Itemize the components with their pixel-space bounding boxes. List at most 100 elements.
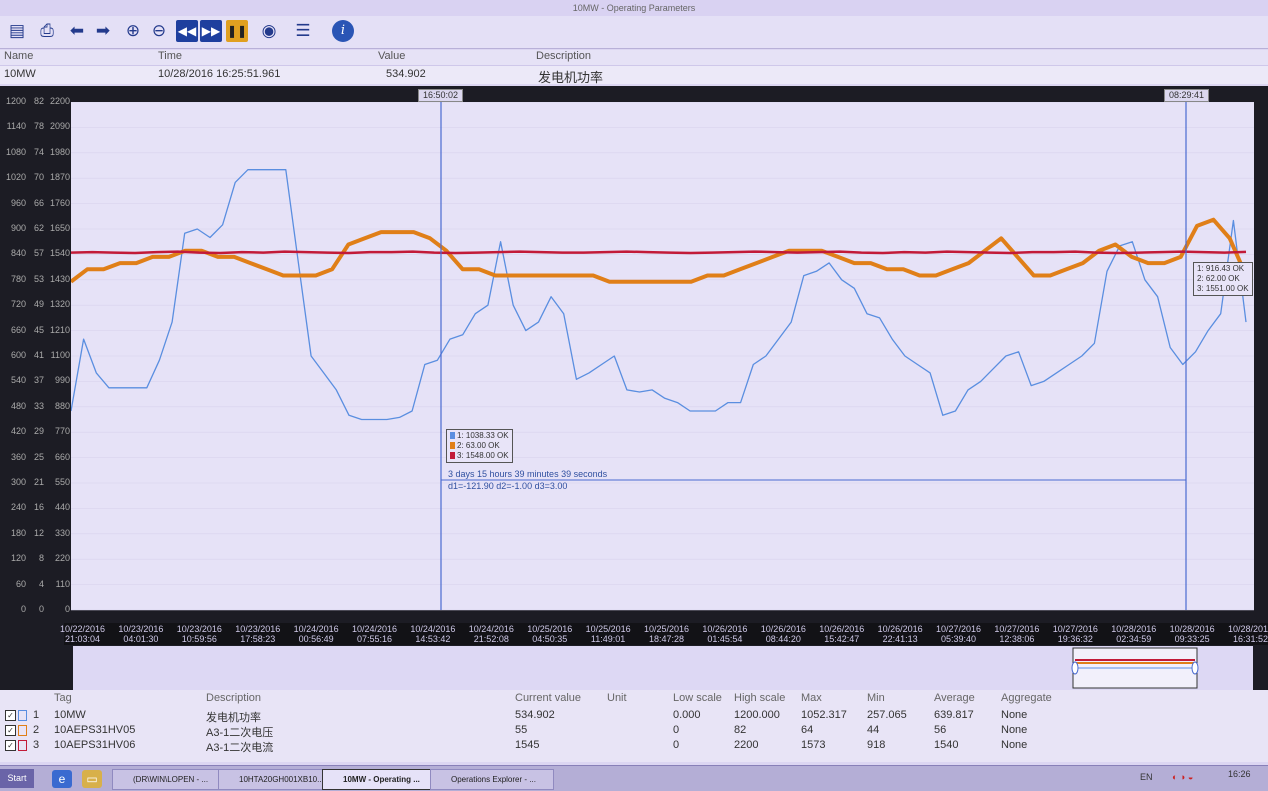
task-button-1[interactable]: (DR\WIN\LOPEN - ... xyxy=(112,769,234,790)
y-axis-2-tick: 45 xyxy=(33,324,44,335)
folder-icon[interactable]: ▭ xyxy=(82,770,102,788)
y-axis-1-tick: 420 xyxy=(10,426,26,437)
y-axis-1-tick: 840 xyxy=(10,248,26,259)
legend-low: 0.000 xyxy=(673,709,701,721)
legend-agg: None xyxy=(1001,724,1028,736)
forward-arrow-icon[interactable]: ➡ xyxy=(92,20,114,42)
x-tick-time: 00:56:49 xyxy=(298,634,334,644)
x-tick-time: 05:39:40 xyxy=(941,634,977,644)
y-axis-2-tick: 70 xyxy=(33,172,44,183)
info-row[interactable]: 10MW 10/28/2016 16:25:51.961 534.902 发电机… xyxy=(0,66,1268,85)
visibility-checkbox[interactable]: ✓ xyxy=(5,725,16,736)
y-axis-3-tick: 110 xyxy=(55,578,70,589)
y-axis-2-tick: 62 xyxy=(33,223,44,233)
start-button[interactable]: Start xyxy=(0,769,34,788)
zoom-out-icon[interactable]: ⊖ xyxy=(148,20,170,42)
x-tick-time: 17:58:23 xyxy=(240,634,276,644)
cursor-1-readout-2: 2: 63.00 OK xyxy=(457,441,500,450)
series-color-swatch[interactable] xyxy=(18,725,27,736)
legend-row[interactable]: ✓ 2 10AEPS31HV05 A3-1二次电压 55 0 82 64 44 56 None xyxy=(0,723,1268,739)
y-axis-1-tick: 120 xyxy=(10,553,26,564)
list-settings-icon[interactable]: ☰ xyxy=(292,20,314,42)
overview-navigator[interactable] xyxy=(73,646,1253,690)
y-axis-2-tick: 37 xyxy=(33,375,44,386)
info-time: 10/28/2016 16:25:51.961 xyxy=(158,68,281,80)
language-indicator[interactable]: EN xyxy=(1140,772,1153,782)
visibility-checkbox[interactable]: ✓ xyxy=(5,710,16,721)
y-axis-1-tick: 300 xyxy=(10,477,26,487)
zoom-in-icon[interactable]: ⊕ xyxy=(122,20,144,42)
clock[interactable]: 16:26 xyxy=(1228,769,1251,779)
trend-plot[interactable] xyxy=(71,102,1254,622)
x-axis-tick: 10/24/2016 14:53:42 xyxy=(410,624,455,644)
y-axis-1-tick: 780 xyxy=(10,273,26,284)
x-tick-date: 10/24/2016 xyxy=(410,624,456,634)
legend-row[interactable]: ✓ 1 10MW 发电机功率 534.902 0.000 1200.000 1052.317 2… xyxy=(0,708,1268,724)
legend-agg: None xyxy=(1001,709,1028,721)
x-axis-tick: 10/23/2016 17:58:23 xyxy=(235,624,280,644)
legend-avg: 56 xyxy=(934,724,947,736)
legend-header-unit: Unit xyxy=(607,692,627,704)
task-button-3[interactable]: 10MW - Operating ... xyxy=(322,769,446,790)
legend-header-average: Average xyxy=(934,692,975,704)
x-tick-date: 10/25/2016 xyxy=(644,624,690,634)
series-3-swatch xyxy=(450,452,455,459)
y-axis-2-tick: 16 xyxy=(33,502,44,513)
cursor-2-label[interactable]: 08:29:41 xyxy=(1164,89,1210,102)
legend-current: 1545 xyxy=(515,739,540,751)
x-axis-tick: 10/26/2016 15:42:47 xyxy=(819,624,864,644)
y-axis-2-tick: 57 xyxy=(33,248,44,259)
series-color-swatch[interactable] xyxy=(18,740,27,751)
legend-current: 534.902 xyxy=(515,709,555,721)
y-axis-1-tick: 360 xyxy=(10,451,26,462)
legend-low: 0 xyxy=(673,724,680,736)
x-tick-time: 22:41:13 xyxy=(882,634,918,644)
x-axis-tick: 10/26/2016 08:44:20 xyxy=(761,624,806,644)
x-tick-time: 18:47:28 xyxy=(649,634,685,644)
legend-idx: 2 xyxy=(33,724,40,736)
x-tick-time: 01:45:54 xyxy=(707,634,743,644)
y-axis-2-tick: 8 xyxy=(38,553,44,564)
y-axis-1-tick: 540 xyxy=(10,375,26,386)
rewind-icon[interactable]: ◀◀ xyxy=(176,20,198,42)
x-tick-date: 10/28/2016 xyxy=(1169,624,1215,634)
y-axis-3-tick: 990 xyxy=(54,375,70,386)
cursor-2-readout-1: 1: 916.43 OK xyxy=(1197,264,1245,273)
x-tick-time: 21:03:04 xyxy=(65,634,101,644)
y-axis-3-tick: 440 xyxy=(54,502,70,513)
y-axis-2-tick: 53 xyxy=(33,273,44,284)
x-axis-tick: 10/28/2016 09:33:25 xyxy=(1170,624,1215,644)
pause-icon[interactable]: ❚❚ xyxy=(226,20,248,42)
x-tick-time: 02:34:59 xyxy=(1116,634,1152,644)
x-tick-time: 14:53:42 xyxy=(415,634,451,644)
eye-icon[interactable]: ◉ xyxy=(258,20,280,42)
fast-forward-icon[interactable]: ▶▶ xyxy=(200,20,222,42)
overview-handle-right[interactable] xyxy=(1191,661,1199,675)
cursor-1-label[interactable]: 16:50:02 xyxy=(418,89,464,102)
y-axis-1-tick: 960 xyxy=(10,197,26,208)
visibility-checkbox[interactable]: ✓ xyxy=(5,740,16,751)
legend-min: 44 xyxy=(867,724,880,736)
y-axis-2-tick: 25 xyxy=(33,451,44,462)
tray-icons[interactable]: ◐ ◑ ◒ xyxy=(1172,772,1193,782)
open-icon[interactable]: ▤ xyxy=(6,20,28,42)
y-axis-2-tick: 29 xyxy=(33,426,44,437)
legend-row[interactable]: ✓ 3 10AEPS31HV06 A3-1二次电流 1545 0 2200 1573 918 15… xyxy=(0,738,1268,754)
y-axis-3-tick: 1540 xyxy=(49,248,70,259)
legend-header-description: Description xyxy=(206,692,262,704)
cursor-delta-values: d1=-121.90 d2=-1.00 d3=3.00 xyxy=(448,481,568,491)
series-color-swatch[interactable] xyxy=(18,710,27,721)
legend-idx: 1 xyxy=(33,709,40,721)
back-arrow-icon[interactable]: ⬅ xyxy=(66,20,88,42)
overview-handle-left[interactable] xyxy=(1071,661,1079,675)
y-axis-1-tick: 600 xyxy=(10,350,26,360)
legend-max: 1573 xyxy=(801,739,826,751)
print-icon[interactable]: ⎙ xyxy=(36,20,58,42)
task-button-2[interactable]: 10HTA20GH001XB10... xyxy=(218,769,338,790)
x-axis-tick: 10/26/2016 22:41:13 xyxy=(878,624,923,644)
internet-explorer-icon[interactable]: e xyxy=(52,770,72,788)
task-button-4[interactable]: Operations Explorer - ... xyxy=(430,769,554,790)
legend-tag: 10AEPS31HV05 xyxy=(54,724,136,736)
help-icon[interactable]: i xyxy=(332,20,354,42)
y-axis-3-tick: 1210 xyxy=(49,324,70,335)
